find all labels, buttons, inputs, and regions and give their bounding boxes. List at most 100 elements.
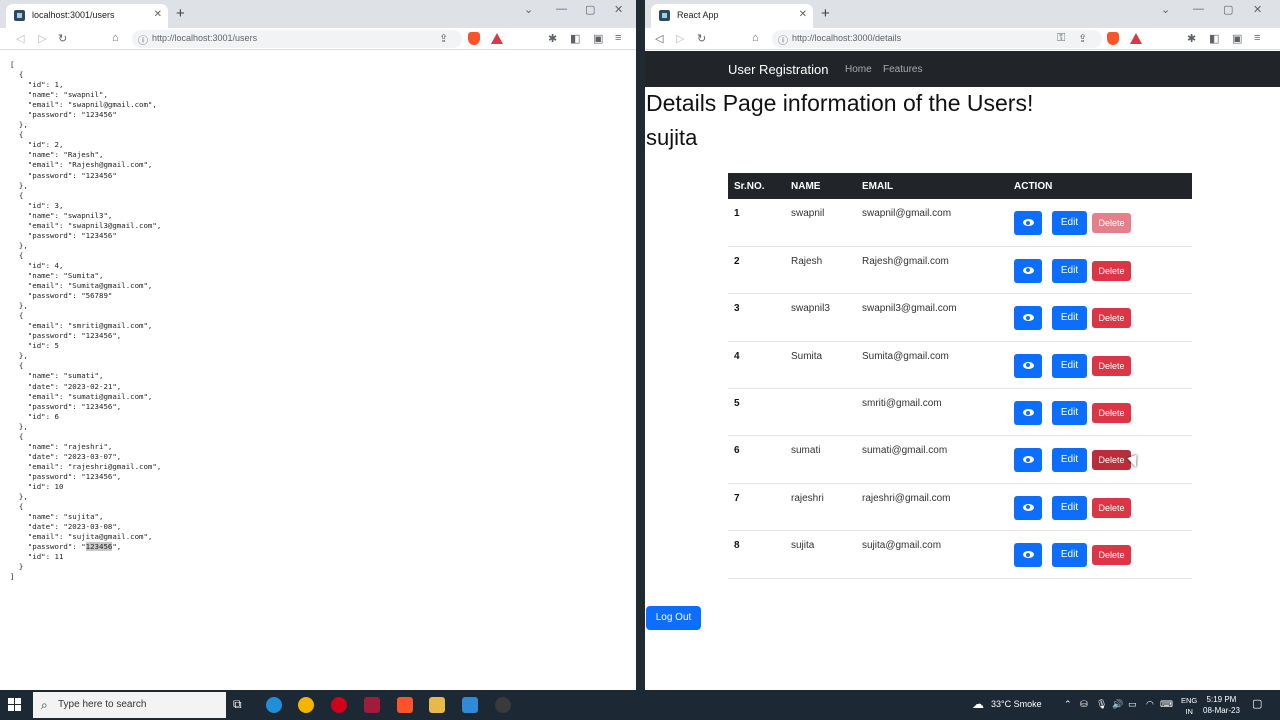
new-tab-icon[interactable]: + (821, 5, 830, 22)
close-tab-icon[interactable]: ✕ (154, 9, 162, 20)
wallet-icon[interactable]: ▣ (1232, 32, 1242, 45)
brave-shield-icon[interactable] (468, 32, 480, 45)
delete-button[interactable]: Delete (1092, 450, 1131, 471)
notifications-icon[interactable]: ▢ (1252, 697, 1262, 710)
close-window-icon[interactable]: ✕ (1253, 3, 1262, 16)
menu-icon[interactable]: ≡ (1254, 32, 1260, 44)
json-selected-text[interactable]: 123456 (85, 542, 113, 552)
brave-shield-icon[interactable] (1107, 32, 1119, 45)
share-icon[interactable]: ⇪ (439, 32, 448, 45)
taskbar-clock[interactable]: 5:19 PM 08-Mar-23 (1203, 694, 1240, 716)
table-header-row: Sr.NO. NAME EMAIL ACTION (728, 173, 1192, 199)
share-icon[interactable]: ⇪ (1078, 32, 1087, 45)
chevron-down-icon[interactable]: ⌄ (524, 3, 533, 16)
tray-overflow-icon[interactable]: ⌃ (1064, 699, 1072, 710)
view-button[interactable] (1014, 543, 1042, 568)
delete-button[interactable]: Delete (1092, 403, 1131, 424)
key-icon[interactable]: ⚿ (1057, 32, 1065, 45)
site-info-icon[interactable]: ⓘ (138, 32, 148, 47)
close-window-icon[interactable]: ✕ (614, 3, 623, 16)
sidebar-icon[interactable]: ◧ (570, 32, 580, 45)
taskbar-search-box[interactable]: ⌕ Type here to search (33, 692, 226, 718)
browser-tab-users[interactable]: localhost:3001/users ✕ (6, 4, 168, 28)
weather-text[interactable]: 33°C Smoke (991, 699, 1042, 709)
page-title: Details Page information of the Users! (646, 90, 1034, 116)
chrome-browser-icon[interactable] (298, 697, 314, 713)
chevron-down-icon[interactable]: ⌄ (1161, 3, 1170, 16)
view-button[interactable] (1014, 401, 1042, 426)
delete-button[interactable]: Delete (1092, 355, 1131, 376)
bookmark-icon[interactable]: ⌂ (752, 32, 759, 44)
brave-rewards-icon[interactable] (1130, 33, 1142, 44)
edit-button[interactable]: Edit (1052, 353, 1087, 378)
extensions-icon[interactable]: ✱ (1187, 32, 1196, 45)
opera-browser-icon[interactable] (331, 697, 347, 713)
network-icon[interactable]: ⛁ (1080, 699, 1088, 710)
battery-icon[interactable]: ▭ (1128, 699, 1137, 710)
file-explorer-icon[interactable] (429, 697, 445, 713)
delete-button[interactable]: Delete (1092, 260, 1131, 281)
site-info-icon[interactable]: ⓘ (778, 32, 788, 47)
browser-toolbar: ◁ ▷ ↻ ⌂ ⓘ http://localhost:3000/details … (645, 28, 1280, 50)
brave-browser-icon[interactable] (397, 697, 413, 713)
eye-icon (1022, 219, 1034, 226)
windows-start-icon[interactable] (8, 698, 22, 712)
nav-home-link[interactable]: Home (845, 64, 872, 75)
browser-tab-react-app[interactable]: React App ✕ (651, 4, 813, 28)
extensions-icon[interactable]: ✱ (548, 32, 557, 45)
close-tab-icon[interactable]: ✕ (799, 9, 807, 20)
language-indicator[interactable]: ENG IN (1181, 695, 1197, 717)
new-tab-icon[interactable]: + (176, 5, 185, 22)
reload-icon[interactable]: ↻ (58, 32, 67, 45)
table-row: 4 Sumita Sumita@gmail.com Edit Delete (728, 341, 1192, 389)
back-icon[interactable]: ◁ (16, 32, 24, 45)
navbar-brand[interactable]: User Registration (728, 62, 828, 77)
mic-icon[interactable]: 🎙 (1096, 699, 1107, 710)
vscode-icon[interactable] (462, 697, 478, 713)
maximize-icon[interactable]: ▢ (585, 3, 595, 16)
delete-button[interactable]: Delete (1092, 545, 1131, 566)
edit-button[interactable]: Edit (1052, 306, 1087, 331)
row-srno: 8 (734, 540, 740, 552)
task-view-icon[interactable]: ⧉ (233, 697, 249, 713)
brave-rewards-icon[interactable] (491, 33, 503, 44)
address-bar[interactable]: ⓘ http://localhost:3000/details (772, 30, 1102, 48)
volume-icon[interactable]: 🔊 (1112, 699, 1123, 710)
bookmark-icon[interactable]: ⌂ (112, 32, 119, 44)
delete-button[interactable]: Delete (1092, 308, 1131, 329)
view-button[interactable] (1014, 495, 1042, 520)
view-button[interactable] (1014, 306, 1042, 331)
keyboard-icon[interactable]: ⌨ (1160, 699, 1173, 710)
github-desktop-icon[interactable] (495, 697, 511, 713)
edit-button[interactable]: Edit (1052, 258, 1087, 283)
delete-button[interactable]: Delete (1092, 213, 1131, 233)
view-button[interactable] (1014, 353, 1042, 378)
row-actions: Edit Delete (1008, 246, 1192, 293)
app-icon[interactable] (364, 697, 380, 713)
delete-button[interactable]: Delete (1092, 497, 1131, 518)
view-button[interactable] (1014, 211, 1042, 235)
forward-icon[interactable]: ▷ (676, 32, 684, 45)
address-bar[interactable]: ⓘ http://localhost:3001/users (132, 30, 462, 48)
back-icon[interactable]: ◁ (655, 32, 663, 45)
nav-features-link[interactable]: Features (883, 64, 922, 75)
menu-icon[interactable]: ≡ (615, 32, 621, 44)
edge-browser-icon[interactable] (266, 697, 282, 713)
forward-icon[interactable]: ▷ (38, 32, 46, 45)
eye-icon (1022, 361, 1034, 369)
wallet-icon[interactable]: ▣ (593, 32, 603, 45)
sidebar-icon[interactable]: ◧ (1209, 32, 1219, 45)
minimize-icon[interactable]: — (556, 3, 567, 15)
view-button[interactable] (1014, 258, 1042, 283)
logout-button[interactable]: Log Out (646, 606, 701, 630)
edit-button[interactable]: Edit (1052, 211, 1087, 235)
edit-button[interactable]: Edit (1052, 495, 1087, 520)
reload-icon[interactable]: ↻ (697, 32, 706, 45)
wifi-icon[interactable]: ◠ (1146, 699, 1154, 710)
edit-button[interactable]: Edit (1052, 448, 1087, 473)
edit-button[interactable]: Edit (1052, 543, 1087, 568)
view-button[interactable] (1014, 448, 1042, 473)
minimize-icon[interactable]: — (1193, 3, 1204, 15)
edit-button[interactable]: Edit (1052, 401, 1087, 426)
maximize-icon[interactable]: ▢ (1223, 3, 1233, 16)
